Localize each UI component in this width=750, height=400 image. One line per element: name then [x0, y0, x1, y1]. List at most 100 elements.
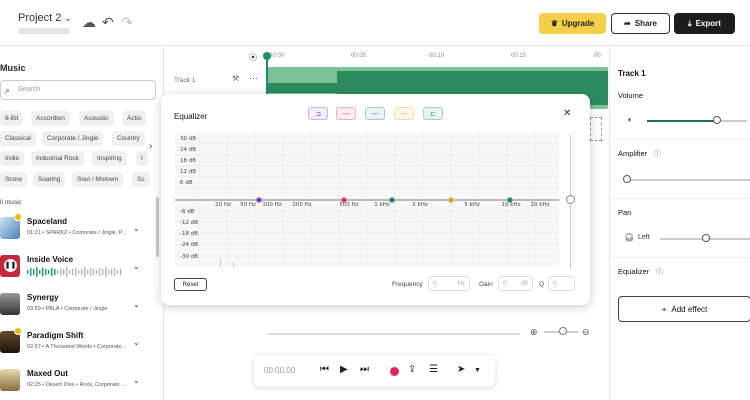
- band-3-button[interactable]: -◦-: [365, 107, 385, 120]
- drop-zone[interactable]: [590, 117, 602, 141]
- list-item[interactable]: Synergy 03:59 • PALA • Corporate / Jingl…: [0, 289, 160, 321]
- genre-chip[interactable]: Sc: [132, 172, 150, 187]
- redo-icon[interactable]: ↷: [121, 14, 133, 30]
- chevron-down-icon[interactable]: ⌄: [133, 224, 140, 233]
- freq-tick-label: 50 Hz: [240, 202, 256, 208]
- genre-chip[interactable]: Acoustic: [79, 111, 114, 126]
- snap-icon[interactable]: ⦿: [249, 52, 257, 63]
- zoom-in-icon[interactable]: ⊕: [530, 327, 538, 338]
- genre-chip[interactable]: Inspiring: [92, 151, 127, 166]
- genre-chip[interactable]: I: [136, 151, 148, 166]
- list-item[interactable]: Maxed Out 02:25 • Desert Dive • Rock, Co…: [0, 365, 160, 397]
- pause-icon[interactable]: ❚❚: [4, 259, 17, 272]
- export-button[interactable]: ⤓ Export: [674, 13, 735, 34]
- speaker-icon: 🔈︎: [628, 115, 633, 124]
- frequency-field[interactable]: 0 Hz: [428, 276, 470, 291]
- zoom-track[interactable]: [267, 333, 520, 335]
- playlist-icon[interactable]: ☰: [429, 364, 438, 375]
- premium-badge: [14, 327, 22, 335]
- track-cover: [0, 369, 20, 391]
- eq-band-point[interactable]: [341, 197, 347, 203]
- chevron-down-icon[interactable]: ⌄: [64, 14, 71, 23]
- project-name[interactable]: Project 2: [18, 12, 61, 24]
- chevron-down-icon[interactable]: ⌄: [133, 262, 140, 271]
- equalizer-modal: Equalizer ✕ ⊐ -◦- -◦- -◦- ⊏ 30 dB 24 dB 18…: [161, 94, 590, 305]
- cursor-icon[interactable]: ➤: [457, 364, 465, 375]
- track-name: Spaceland: [27, 217, 68, 226]
- zoom-out-icon[interactable]: ⊖: [582, 327, 590, 338]
- close-icon[interactable]: ✕: [563, 108, 571, 119]
- reset-button[interactable]: Reset: [174, 278, 207, 291]
- chevron-right-icon[interactable]: ›: [149, 141, 152, 152]
- divider: [610, 139, 750, 140]
- output-gain-knob[interactable]: [566, 195, 575, 204]
- list-item[interactable]: ❚❚ Inside Voice ⌄: [0, 251, 160, 283]
- zoom-knob[interactable]: [559, 327, 567, 335]
- genre-chip[interactable]: Soul / Motown: [72, 172, 124, 187]
- genre-chip[interactable]: Corporate / Jingle: [42, 131, 104, 146]
- freq-tick-label: 200 Hz: [292, 202, 311, 208]
- genre-chip[interactable]: Classical: [0, 131, 37, 146]
- caret-down-icon[interactable]: ▼: [474, 367, 481, 374]
- band-highpass-button[interactable]: ⊐: [308, 107, 328, 120]
- chevron-down-icon[interactable]: ⌄: [133, 376, 140, 385]
- amplifier-knob[interactable]: [623, 175, 631, 183]
- eq-band-point[interactable]: [256, 197, 262, 203]
- gain-field[interactable]: 0 dB: [498, 276, 533, 291]
- eq-band-point[interactable]: [507, 197, 513, 203]
- info-icon[interactable]: ⓘ: [656, 267, 663, 277]
- band-2-button[interactable]: -◦-: [336, 107, 356, 120]
- amplifier-slider[interactable]: [626, 179, 750, 181]
- freq-tick-label: 20 kHz: [531, 202, 550, 208]
- headphones-icon: 🎧︎: [624, 233, 635, 242]
- genre-chip[interactable]: Score: [0, 172, 27, 187]
- upload-icon[interactable]: ⇪: [408, 364, 416, 375]
- genre-chip[interactable]: 8-Bit: [0, 111, 24, 126]
- genre-chip[interactable]: Indie: [0, 151, 25, 166]
- more-icon[interactable]: ⋯: [249, 73, 258, 84]
- band-lowpass-button[interactable]: ⊏: [423, 107, 443, 120]
- track-meta: 02:57 • A Thousand Words • Corporate...: [27, 344, 127, 350]
- cloud-sync-icon[interactable]: ☁: [82, 14, 96, 30]
- playhead-handle[interactable]: [263, 52, 271, 60]
- list-item[interactable]: Paradigm Shift 02:57 • A Thousand Words …: [0, 327, 160, 359]
- play-icon[interactable]: ▶: [340, 364, 348, 375]
- volume-label: Volume: [618, 91, 644, 100]
- genre-chip[interactable]: Industrial Rock: [31, 151, 84, 166]
- genre-chip[interactable]: Country: [112, 131, 145, 146]
- genre-chip[interactable]: Soaring: [33, 172, 66, 187]
- chevron-down-icon[interactable]: ⌄: [133, 338, 140, 347]
- genre-chip[interactable]: Accordion: [31, 111, 70, 126]
- upgrade-button[interactable]: ♛ Upgrade: [539, 13, 606, 34]
- genre-chip[interactable]: Actio: [122, 111, 147, 126]
- fast-forward-icon[interactable]: ⏭: [360, 364, 369, 375]
- eq-graph-svg: 30 dB 24 dB 18 dB 12 dB 6 dB -6 dB -12 dB -18 d…: [175, 132, 559, 267]
- band-4-button[interactable]: -◦-: [394, 107, 414, 120]
- amplifier-label: Amplifier: [618, 149, 648, 158]
- pan-knob[interactable]: [702, 234, 710, 242]
- eq-band-point[interactable]: [389, 197, 395, 203]
- record-button[interactable]: [390, 367, 399, 376]
- top-bar: Project 2 ⌄ ☁ ↶ ↷ ♛ Upgrade ➦ Share ⤓ Expor…: [0, 0, 750, 46]
- effects-icon[interactable]: ⚒: [232, 74, 239, 83]
- rewind-icon[interactable]: ⏮: [320, 364, 329, 375]
- equalizer-title: Equalizer: [174, 112, 208, 121]
- freq-tick-label: 2 kHz: [412, 202, 428, 208]
- project-subtitle-placeholder: [18, 28, 70, 34]
- freq-tick-label: 100 Hz: [262, 202, 281, 208]
- transport-bar: 00:00.00 ⏮ ▶ ⏭ ⇪ ☰ ➤ ▼: [254, 355, 495, 387]
- eq-band-point[interactable]: [448, 197, 454, 203]
- q-field[interactable]: 0: [548, 276, 575, 291]
- equalizer-graph[interactable]: 30 dB 24 dB 18 dB 12 dB 6 dB -6 dB -12 dB -18 d…: [175, 132, 559, 267]
- search-input[interactable]: ⌕ Search: [0, 80, 156, 100]
- db-tick-label: 12 dB: [180, 169, 196, 175]
- undo-icon[interactable]: ↶: [102, 14, 114, 30]
- share-button[interactable]: ➦ Share: [611, 13, 670, 34]
- list-item[interactable]: Spaceland 01:21 • SPARKZ • Corporate / J…: [0, 213, 160, 245]
- track-name: Paradigm Shift: [27, 331, 84, 340]
- info-icon[interactable]: ⓘ: [654, 149, 661, 159]
- add-effect-button[interactable]: + Add effect: [618, 296, 750, 322]
- chevron-down-icon[interactable]: ⌄: [133, 300, 140, 309]
- volume-knob[interactable]: [713, 116, 721, 124]
- project-title[interactable]: Project 2 ⌄: [18, 12, 71, 24]
